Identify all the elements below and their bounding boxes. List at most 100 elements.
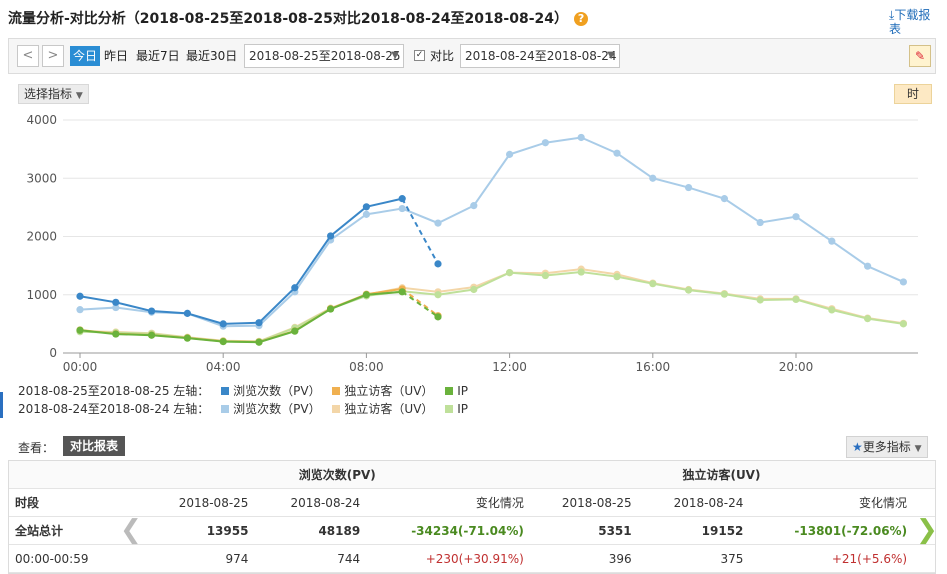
- series-line: [79, 197, 403, 325]
- legend-swatch-uv-compare[interactable]: [332, 405, 341, 413]
- series-line-estimate: [401, 291, 439, 318]
- next-date-button[interactable]: >: [42, 45, 64, 67]
- metric-select-label: 选择指标: [24, 87, 73, 101]
- legend-swatch-ip-compare[interactable]: [445, 405, 454, 413]
- data-point: [112, 330, 120, 338]
- col-uv-date1[interactable]: 2018-08-25: [529, 488, 638, 517]
- legend-swatch-pv-current[interactable]: [221, 387, 230, 395]
- data-point: [112, 298, 120, 306]
- cell-pv-change: +230(+30.91%): [366, 544, 530, 573]
- x-tick-label: 04:00: [206, 360, 241, 374]
- data-point: [76, 306, 84, 314]
- data-point: [470, 202, 478, 210]
- row-label: 00:00-00:59: [9, 544, 115, 573]
- chart-grid: [63, 119, 918, 354]
- data-point: [255, 338, 263, 346]
- pin-icon[interactable]: ✎: [909, 45, 931, 67]
- legend-label-pv[interactable]: 浏览次数（PV）: [233, 384, 320, 398]
- data-point: [148, 307, 156, 315]
- legend-swatch-uv-current[interactable]: [332, 387, 341, 395]
- data-point: [219, 320, 227, 328]
- date-range-select[interactable]: 2018-08-25至2018-08-25 ▼: [244, 44, 404, 68]
- data-point: [183, 334, 191, 342]
- data-point: [434, 291, 442, 299]
- data-point: [183, 309, 191, 317]
- data-point: [864, 262, 872, 270]
- x-tick-label: 00:00: [63, 360, 98, 374]
- help-icon[interactable]: ?: [574, 12, 589, 26]
- data-point: [398, 204, 406, 213]
- legend-label-pv[interactable]: 浏览次数（PV）: [233, 402, 320, 416]
- x-tick-label: 12:00: [492, 360, 527, 374]
- legend-label-uv[interactable]: 独立访客（UV）: [344, 402, 433, 416]
- x-tick-label: 08:00: [349, 360, 384, 374]
- data-point: [899, 278, 908, 286]
- data-point: [76, 292, 84, 300]
- data-point: [398, 288, 406, 296]
- table-row-total: 全站总计 13955 48189 -34234(-71.04%) 5351 19…: [9, 516, 935, 545]
- quick-range-7days[interactable]: 最近7日: [133, 46, 183, 66]
- legend-label-uv[interactable]: 独立访客（UV）: [344, 384, 433, 398]
- y-tick-label: 3000: [26, 171, 57, 185]
- data-point: [685, 286, 693, 294]
- data-point: [362, 210, 370, 218]
- col-uv-date2[interactable]: 2018-08-24: [637, 488, 750, 517]
- legend-current: 2018-08-25至2018-08-25 左轴： 浏览次数（PV） 独立访客（…: [18, 383, 468, 399]
- y-tick-label: 0: [49, 346, 57, 360]
- date-range-value: 2018-08-25至2018-08-25: [249, 49, 401, 63]
- col-period: 时段: [9, 488, 115, 517]
- data-point: [76, 326, 84, 334]
- data-point: [327, 232, 335, 240]
- legend-swatch-ip-current[interactable]: [445, 387, 454, 395]
- col-pv-change[interactable]: 变化情况: [366, 488, 530, 517]
- more-metrics-label: 更多指标: [862, 440, 911, 454]
- series-line: [79, 290, 403, 344]
- legend-label-ip[interactable]: IP: [457, 384, 468, 398]
- download-report-link[interactable]: ⤓下载报表: [889, 8, 933, 36]
- quick-range-today[interactable]: 今日: [70, 46, 101, 66]
- more-metrics-button[interactable]: ★更多指标 ▼: [846, 436, 928, 458]
- prev-date-button[interactable]: <: [17, 45, 39, 67]
- col-pv-date2[interactable]: 2018-08-24: [254, 488, 367, 517]
- compare-checkbox[interactable]: ✓: [414, 50, 425, 61]
- group-header-pv[interactable]: 浏览次数(PV): [144, 461, 530, 489]
- legend-group-current: 2018-08-25至2018-08-25 左轴：: [18, 384, 210, 398]
- col-pv-date1[interactable]: 2018-08-25: [144, 488, 255, 517]
- data-point: [434, 313, 442, 321]
- group-header-uv[interactable]: 独立访客(UV): [529, 461, 914, 489]
- quick-range-30days[interactable]: 最近30日: [183, 46, 240, 66]
- col-uv-change[interactable]: 变化情况: [749, 488, 914, 517]
- data-point: [899, 320, 908, 328]
- scroll-right-arrow-icon[interactable]: ❯: [916, 515, 938, 545]
- star-icon: ★: [852, 440, 863, 454]
- data-point: [148, 331, 156, 339]
- compare-range-value: 2018-08-24至2018-08-24: [465, 49, 617, 63]
- scroll-left-arrow-icon[interactable]: ❮: [120, 515, 142, 545]
- traffic-line-chart: 0 1000 2000 3000 4000 00:00 04:00 08:00 12:00 16:…: [26, 113, 918, 374]
- chevron-down-icon: ▼: [607, 50, 615, 61]
- legend-swatch-pv-compare[interactable]: [221, 405, 230, 413]
- data-point: [506, 269, 514, 277]
- data-point: [685, 183, 693, 192]
- cell-uv-date2: 375: [637, 544, 750, 573]
- data-point: [792, 295, 800, 304]
- tab-compare-report[interactable]: 对比报表: [63, 436, 126, 456]
- y-tick-label: 4000: [26, 113, 57, 127]
- y-tick-label: 2000: [26, 230, 57, 244]
- cell-pv-date1: 13955: [144, 516, 255, 545]
- data-point: [720, 195, 729, 203]
- sidebar-active-marker: [0, 392, 3, 418]
- data-point: [649, 174, 657, 182]
- data-point: [362, 291, 370, 299]
- data-point: [291, 284, 299, 292]
- compare-range-select[interactable]: 2018-08-24至2018-08-24 ▼: [460, 44, 620, 68]
- data-point: [613, 149, 621, 157]
- data-point: [613, 273, 621, 281]
- quick-range-yesterday[interactable]: 昨日: [101, 46, 131, 66]
- data-point: [470, 285, 478, 294]
- data-point: [541, 271, 550, 280]
- chart-series: [76, 133, 908, 346]
- cell-uv-change: +21(+5.6%): [749, 544, 914, 573]
- data-point: [506, 150, 514, 158]
- legend-label-ip[interactable]: IP: [457, 402, 468, 416]
